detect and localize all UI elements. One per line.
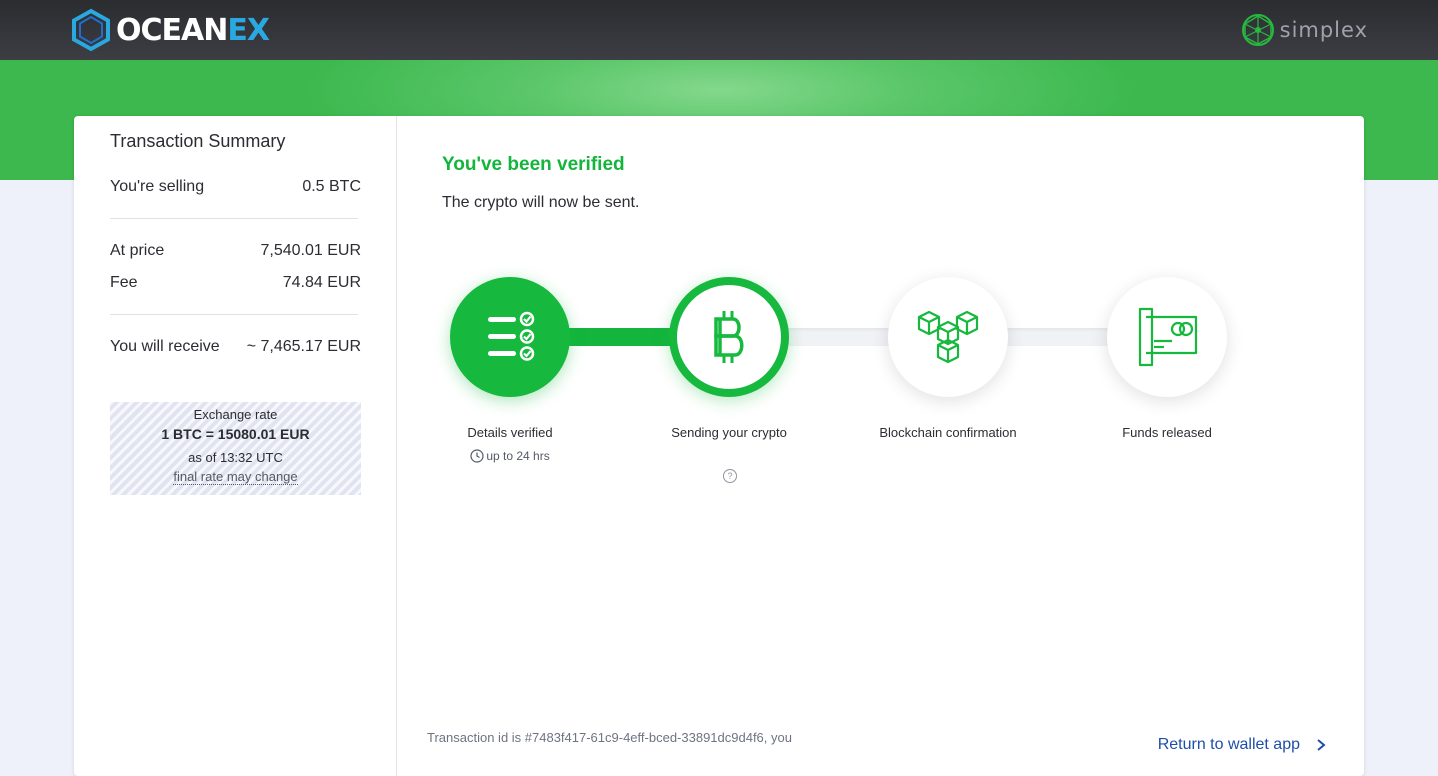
exchange-rate-box: Exchange rate 1 BTC = 15080.01 EUR as of… [110, 402, 361, 495]
rate-disclaimer-text[interactable]: final rate may change [173, 469, 298, 485]
hexagon-logo-icon [72, 8, 110, 52]
oceanex-logo[interactable]: OCEANEX [70, 8, 270, 52]
brand-name-prefix: OCEAN [116, 12, 228, 48]
fee-row: Fee 74.84 EUR [110, 274, 361, 292]
brand-name: OCEANEX [116, 12, 270, 48]
receive-row: You will receive ~ 7,465.17 EUR [110, 338, 361, 356]
exchange-rate-value: 1 BTC = 15080.01 EUR [161, 426, 310, 442]
exchange-rate-time: as of 13:32 UTC [188, 450, 283, 465]
status-subtitle: The crypto will now be sent. [442, 194, 640, 211]
selling-value: 0.5 BTC [302, 178, 361, 195]
return-to-wallet-link[interactable]: Return to wallet app [1158, 736, 1328, 754]
return-to-wallet-label[interactable]: Return to wallet app [1158, 736, 1300, 754]
step-details-verified-meta: up to 24 hrs [486, 449, 550, 463]
fee-label: Fee [110, 274, 138, 291]
summary-title: Transaction Summary [110, 131, 286, 151]
network-globe-icon [1241, 14, 1274, 46]
partner-name: simplex [1279, 18, 1368, 42]
transaction-card: Transaction Summary You're selling 0.5 B… [74, 116, 1364, 776]
brand-name-suffix: EX [227, 12, 270, 48]
step-sending-crypto [669, 277, 789, 397]
status-title: You've been verified [442, 154, 625, 175]
selling-row: You're selling 0.5 BTC [110, 178, 361, 196]
fee-value: 74.84 EUR [282, 274, 361, 291]
price-label: At price [110, 242, 165, 259]
credit-card-icon [1138, 307, 1198, 367]
receive-label: You will receive [110, 338, 220, 355]
top-bar: OCEANEX simplex [0, 0, 1438, 60]
chevron-right-icon[interactable] [1314, 738, 1328, 752]
step-sending-crypto-label: Sending your crypto [671, 425, 787, 440]
simplex-logo: simplex [1240, 12, 1368, 48]
receive-value: ~ 7,465.17 EUR [246, 338, 361, 355]
step-blockchain-confirmation [888, 277, 1008, 397]
status-panel: You've been verified The crypto will now… [397, 116, 1364, 776]
step-details-verified-time: up to 24 hrs [430, 449, 590, 463]
price-row: At price 7,540.01 EUR [110, 242, 361, 260]
checklist-icon [488, 311, 535, 361]
bitcoin-icon [714, 311, 744, 363]
selling-label: You're selling [110, 178, 205, 195]
step-blockchain-confirmation-label: Blockchain confirmation [879, 425, 1017, 440]
summary-divider [110, 314, 358, 315]
step-details-verified [450, 277, 570, 397]
step-funds-released-label: Funds released [1122, 425, 1212, 440]
summary-divider [110, 218, 358, 219]
transaction-summary-panel: Transaction Summary You're selling 0.5 B… [74, 116, 397, 776]
exchange-rate-label: Exchange rate [193, 407, 278, 422]
blocks-icon [917, 310, 979, 364]
price-value: 7,540.01 EUR [260, 242, 361, 259]
clock-icon [470, 449, 484, 463]
rate-disclaimer[interactable]: final rate may change [110, 469, 361, 485]
transaction-id-text: Transaction id is #7483f417-61c9-4eff-bc… [427, 730, 792, 745]
step-funds-released [1107, 277, 1227, 397]
help-icon[interactable]: ? [723, 469, 737, 483]
step-details-verified-label: Details verified [467, 425, 553, 440]
